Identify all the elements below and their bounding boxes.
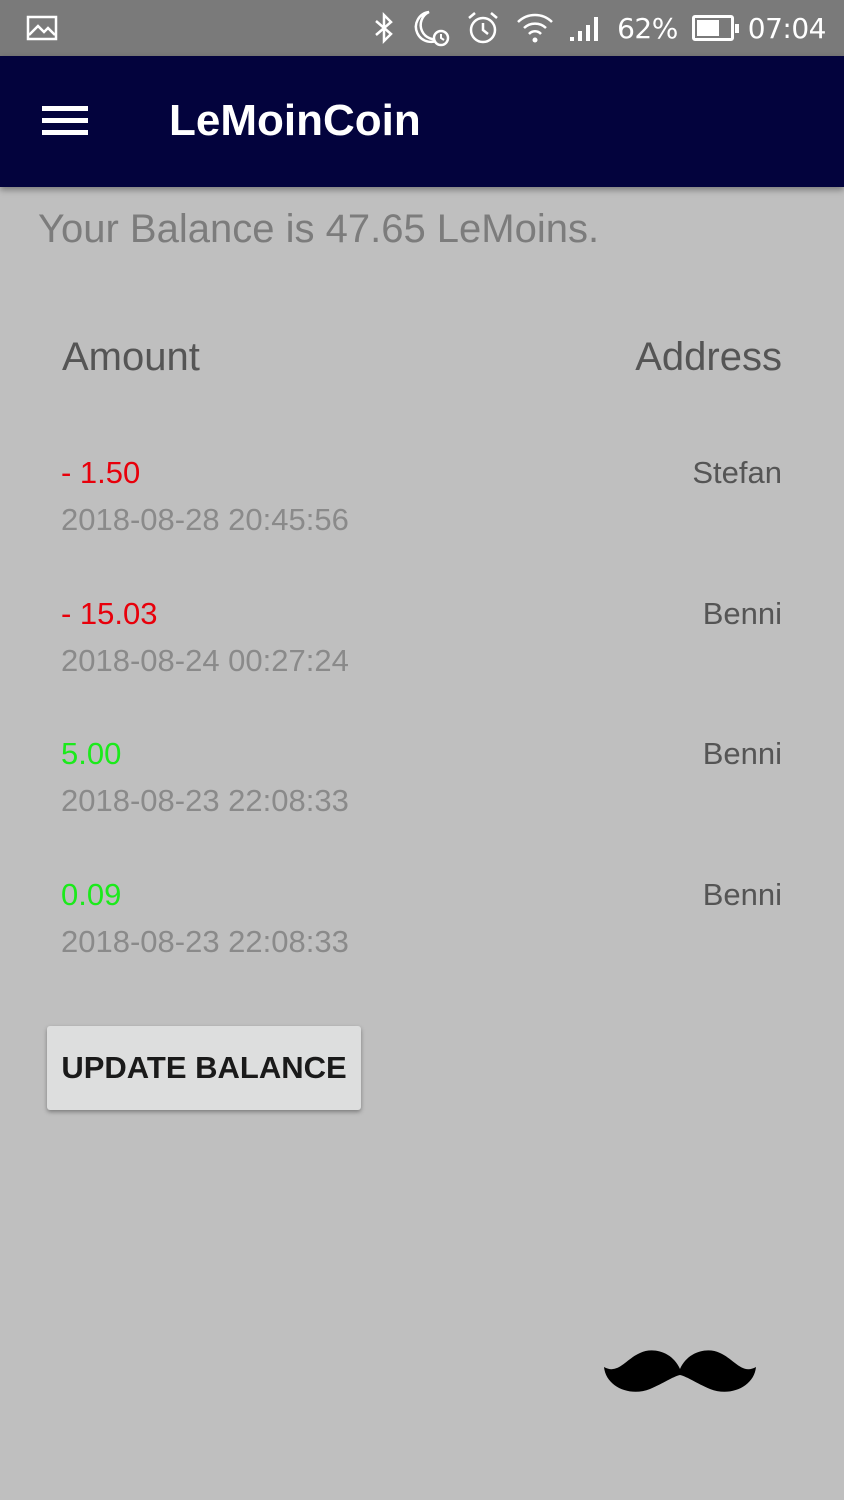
- transaction-address: Benni: [702, 736, 782, 771]
- transaction-address: Benni: [702, 877, 782, 912]
- amount-column-header: Amount: [62, 335, 200, 379]
- transaction-amount: - 1.50: [61, 455, 141, 490]
- transaction-date: 2018-08-28 20:45:56: [61, 502, 349, 537]
- balance-text: Your Balance is 47.65 LeMoins.: [38, 207, 600, 251]
- app-bar: LeMoinCoin: [0, 56, 844, 187]
- address-column-header: Address: [635, 335, 782, 379]
- transaction-row: 0.09 2018-08-23 22:08:33 Benni: [0, 877, 844, 997]
- hamburger-menu-icon[interactable]: [32, 96, 96, 146]
- app-title: LeMoinCoin: [169, 96, 421, 145]
- transaction-row: - 15.03 2018-08-24 00:27:24 Benni: [0, 596, 844, 716]
- gallery-icon: [26, 15, 58, 41]
- transaction-date: 2018-08-24 00:27:24: [61, 643, 349, 678]
- bluetooth-icon: [375, 11, 393, 45]
- transaction-amount: 5.00: [61, 736, 122, 771]
- update-balance-button[interactable]: UPDATE BALANCE: [47, 1026, 361, 1110]
- signal-icon: [570, 17, 599, 41]
- do-not-disturb-icon: [414, 10, 450, 47]
- battery-percent: 62%: [617, 11, 678, 45]
- transaction-row: - 1.50 2018-08-28 20:45:56 Stefan: [0, 455, 844, 575]
- battery-fill: [696, 20, 720, 36]
- transaction-date: 2018-08-23 22:08:33: [61, 783, 349, 818]
- alarm-icon: [468, 12, 498, 44]
- mustache-icon: [604, 1350, 756, 1392]
- clock: 07:04: [747, 11, 827, 45]
- battery-icon: [691, 15, 739, 41]
- transaction-amount: - 15.03: [61, 596, 158, 631]
- transaction-date: 2018-08-23 22:08:33: [61, 924, 349, 959]
- transaction-row: 5.00 2018-08-23 22:08:33 Benni: [0, 736, 844, 856]
- transaction-address: Stefan: [692, 455, 782, 490]
- status-bar: 62% 07:04: [0, 0, 844, 56]
- transaction-amount: 0.09: [61, 877, 122, 912]
- transaction-address: Benni: [702, 596, 782, 631]
- wifi-icon: [517, 13, 553, 43]
